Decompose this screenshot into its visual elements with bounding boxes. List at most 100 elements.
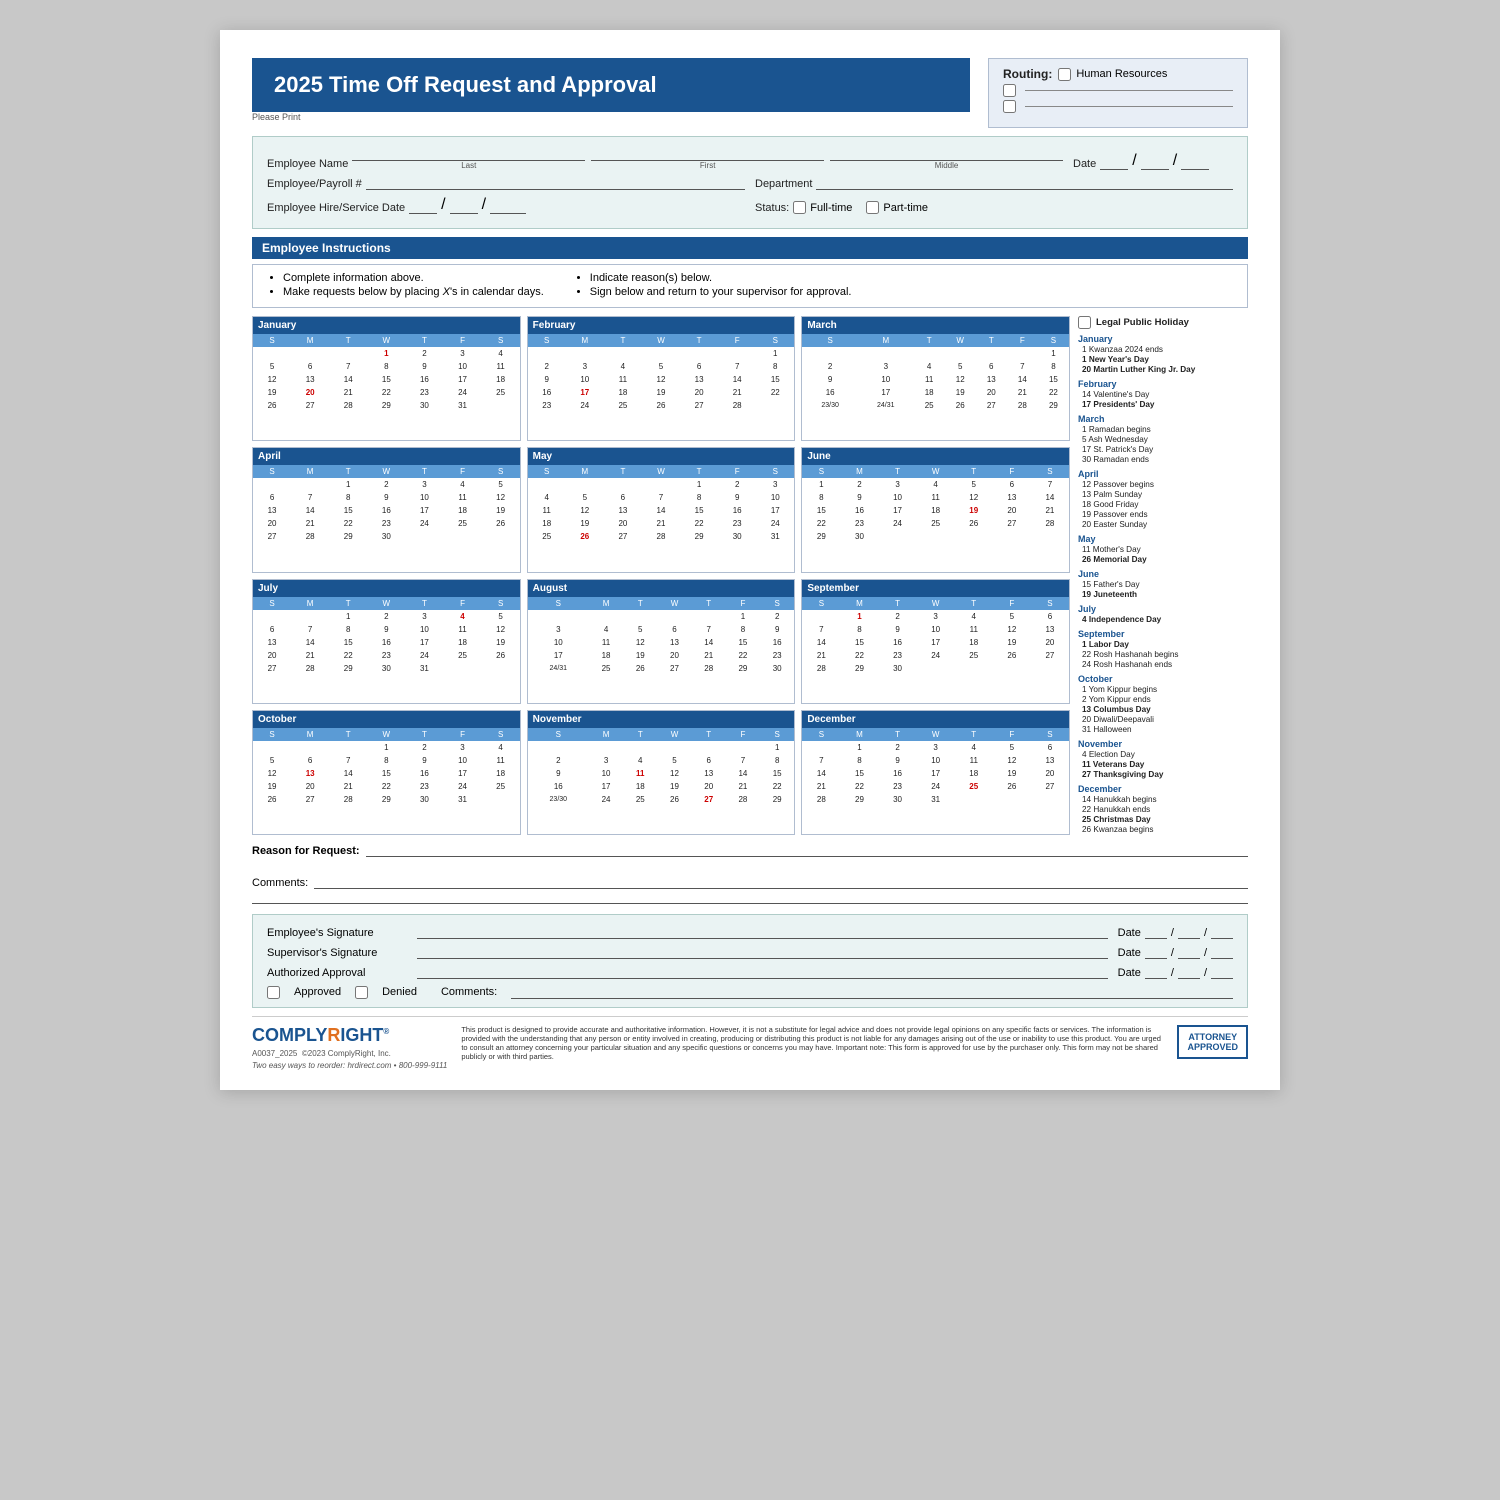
routing-label: Routing: [1003, 67, 1052, 81]
instructions-body: Complete information above. Make request… [252, 264, 1248, 308]
cal-day: 18 [589, 649, 623, 662]
cal-day: 23 [840, 517, 878, 530]
cal-day: 13 [291, 373, 329, 386]
cal-day [566, 347, 604, 360]
payroll-field: Employee/Payroll # [267, 176, 745, 190]
cal-day-header: S [802, 334, 858, 347]
cal-day: 27 [657, 662, 691, 675]
signatures-section: Employee's Signature Date // Supervisor'… [252, 914, 1248, 1008]
badge-line1: ATTORNEY [1187, 1032, 1238, 1042]
calendar-august: AugustSMTWTFS123456789101112131415161718… [527, 579, 796, 704]
cal-day: 31 [443, 399, 481, 412]
cal-day: 3 [405, 610, 443, 623]
cal-day [1031, 662, 1069, 675]
cal-day-header: S [1031, 728, 1069, 741]
approved-checkbox[interactable] [267, 986, 280, 999]
cal-day: 11 [528, 504, 566, 517]
holiday-item: 26 Kwanzaa begins [1078, 825, 1248, 834]
legal-holiday-row: Legal Public Holiday [1078, 316, 1248, 329]
calendar-november: NovemberSMTWTFS1234567891011121314151617… [527, 710, 796, 835]
cal-day: 9 [718, 491, 756, 504]
cal-day: 24/31 [528, 662, 589, 675]
cal-day [482, 530, 520, 543]
cal-day: 4 [482, 347, 520, 360]
cal-day [589, 741, 623, 754]
cal-day-header: S [760, 728, 794, 741]
cal-day: 28 [1031, 517, 1069, 530]
holiday-item: 19 Juneteenth [1078, 590, 1248, 599]
cal-day: 11 [443, 623, 481, 636]
cal-day-header: M [291, 728, 329, 741]
cal-day [604, 347, 642, 360]
cal-day: 18 [443, 504, 481, 517]
cal-day: 16 [528, 386, 566, 399]
cal-day: 15 [329, 636, 367, 649]
comments-label: Comments: [252, 877, 308, 889]
cal-day: 7 [802, 623, 840, 636]
cal-day: 24 [443, 780, 481, 793]
cal-day-header: F [726, 597, 760, 610]
date-label-2: Date [1118, 947, 1141, 959]
cal-day: 21 [1031, 504, 1069, 517]
cal-day [528, 347, 566, 360]
fulltime-checkbox[interactable] [793, 201, 806, 214]
cal-day: 7 [802, 754, 840, 767]
holiday-item: 1 Yom Kippur begins [1078, 685, 1248, 694]
date-label-1: Date [1118, 927, 1141, 939]
cal-day: 27 [993, 517, 1031, 530]
cal-day: 28 [642, 530, 680, 543]
cal-day: 30 [840, 530, 878, 543]
legal-holiday-checkbox[interactable] [1078, 316, 1091, 329]
cal-day-header: M [840, 728, 878, 741]
holiday-item: 22 Hanukkah ends [1078, 805, 1248, 814]
cal-day: 10 [917, 754, 955, 767]
cal-day: 13 [1031, 754, 1069, 767]
cal-day-header: S [1031, 465, 1069, 478]
date-field: Date / / [1073, 152, 1233, 170]
cal-day: 8 [329, 623, 367, 636]
cal-day: 15 [1038, 373, 1069, 386]
cal-day: 10 [566, 373, 604, 386]
denied-checkbox[interactable] [355, 986, 368, 999]
cal-day: 2 [367, 478, 405, 491]
cal-day: 3 [589, 754, 623, 767]
first-label: First [591, 161, 824, 170]
cal-day: 16 [802, 386, 858, 399]
footer-logo: COMPLYRIGHT® [252, 1025, 447, 1046]
routing-checkbox-2[interactable] [1003, 84, 1016, 97]
cal-day: 9 [528, 767, 589, 780]
cal-day: 5 [945, 360, 976, 373]
cal-day: 28 [291, 662, 329, 675]
cal-day: 1 [802, 478, 840, 491]
routing-checkbox-hr[interactable] [1058, 68, 1071, 81]
footer-copyright: ©2023 ComplyRight, Inc. [302, 1049, 391, 1058]
cal-day: 27 [1031, 649, 1069, 662]
cal-day: 3 [917, 610, 955, 623]
cal-day: 7 [291, 491, 329, 504]
cal-day: 25 [443, 649, 481, 662]
approved-row: Approved Denied Comments: [267, 985, 1233, 999]
cal-day: 5 [253, 360, 291, 373]
cal-day [253, 610, 291, 623]
footer-reorder: Two easy ways to reorder: hrdirect.com •… [252, 1061, 447, 1070]
cal-day: 30 [405, 793, 443, 806]
parttime-checkbox[interactable] [866, 201, 879, 214]
middle-label: Middle [830, 161, 1063, 170]
cal-day: 3 [858, 360, 914, 373]
cal-day: 2 [528, 754, 589, 767]
cal-day-header: T [329, 465, 367, 478]
cal-day: 26 [657, 793, 691, 806]
cal-day: 17 [589, 780, 623, 793]
cal-day: 23 [367, 517, 405, 530]
cal-day: 29 [329, 662, 367, 675]
cal-day-header: M [589, 728, 623, 741]
cal-day-header: S [1031, 597, 1069, 610]
cal-day: 6 [604, 491, 642, 504]
cal-day: 30 [367, 530, 405, 543]
cal-day: 8 [726, 623, 760, 636]
cal-day: 31 [405, 662, 443, 675]
footer-badge: ATTORNEY APPROVED [1177, 1025, 1248, 1059]
routing-checkbox-3[interactable] [1003, 100, 1016, 113]
cal-day: 7 [329, 754, 367, 767]
cal-day: 26 [993, 780, 1031, 793]
